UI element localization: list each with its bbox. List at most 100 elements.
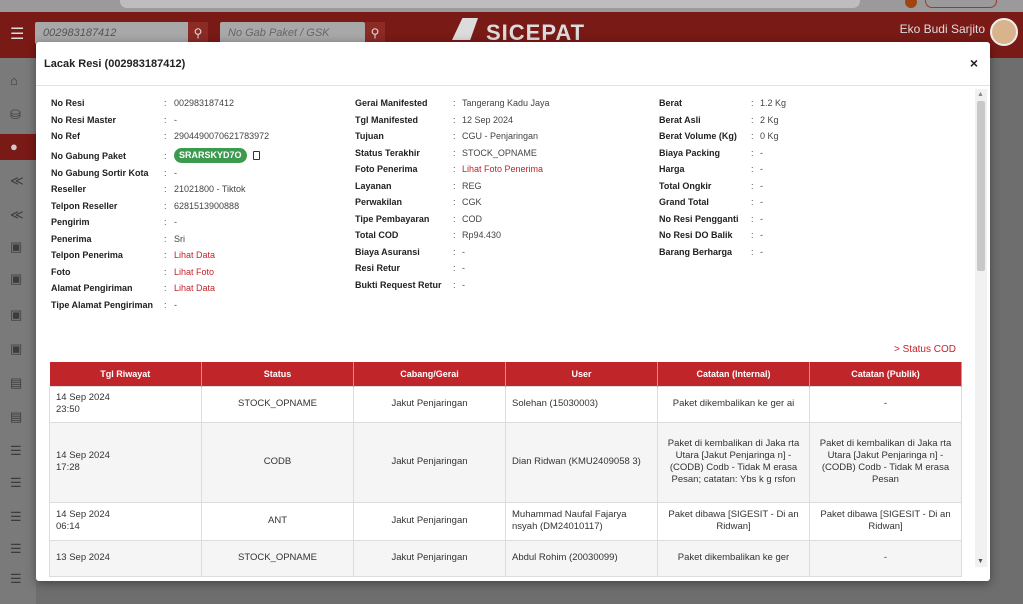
search-resi-button[interactable]: ⚲ [188, 22, 208, 44]
table-row: 14 Sep 2024 06:14 ANT Jakut Penjaringan M… [49, 501, 962, 541]
info-row-foto-penerima: Foto Penerima: Lihat Foto Penerima [355, 164, 655, 181]
search-paket-input[interactable]: No Gab Paket / GSK [220, 22, 365, 44]
chevron-down-icon[interactable]: ≪ [10, 208, 26, 222]
column-header-catatan-internal: Catatan (Internal) [657, 362, 810, 386]
table-row: 13 Sep 2024 STOCK_OPNAME Jakut Penjaring… [49, 539, 962, 577]
info-label: Foto [51, 266, 71, 277]
info-sep: : [164, 250, 167, 260]
cell-user: Abdul Rohim (20030099) [505, 539, 658, 577]
info-sep: : [164, 233, 167, 244]
profile-dot[interactable] [905, 0, 917, 8]
info-label: Tgl Manifested [355, 114, 419, 125]
info-value: Tangerang Kadu Jaya [462, 98, 550, 108]
info-label: Resi Retur [355, 263, 401, 273]
box-icon[interactable]: ▣ [10, 308, 26, 322]
list-icon[interactable]: ☰ [10, 444, 26, 458]
status-cod-link[interactable]: > Status COD [894, 344, 956, 355]
list-icon[interactable]: ☰ [10, 572, 26, 586]
close-icon[interactable]: × [970, 55, 978, 71]
search-resi-input[interactable]: 002983187412 [35, 22, 190, 44]
lihat-foto-penerima-link[interactable]: Lihat Foto Penerima [462, 164, 543, 174]
address-bar[interactable] [120, 0, 860, 8]
cell-status: CODB [201, 421, 354, 503]
info-sep: : [751, 230, 754, 240]
scroll-thumb[interactable] [977, 101, 985, 271]
location-icon[interactable]: ● [10, 140, 26, 154]
info-label: Alamat Pengiriman [51, 283, 133, 293]
list-icon[interactable]: ☰ [10, 510, 26, 524]
info-label: Berat Volume (Kg) [659, 131, 737, 141]
printer-icon[interactable]: ▤ [10, 376, 26, 390]
info-sep: : [453, 246, 456, 257]
user-name[interactable]: Eko Budi Sarjito [880, 22, 985, 36]
info-value: 1.2 Kg [760, 98, 787, 108]
info-label: Foto Penerima [355, 164, 418, 174]
cell-catatan-internal: Paket dibawa [SIGESIT - Di an Ridwan] [657, 501, 810, 541]
info-row-no-gabung-sortir-kota: No Gabung Sortir Kota : - [51, 168, 351, 185]
info-value: - [462, 246, 465, 257]
info-label: Status Terakhir [355, 147, 420, 158]
scroll-down-icon[interactable]: ▼ [977, 558, 984, 565]
search-paket-button[interactable]: ⚲ [365, 22, 385, 44]
chevron-down-icon[interactable]: ≪ [10, 174, 26, 188]
info-sep: : [751, 164, 754, 174]
box-icon[interactable]: ▣ [10, 342, 26, 356]
cell-date: 14 Sep 2024 17:28 [49, 421, 202, 503]
info-value: - [174, 167, 177, 178]
info-value: COD [462, 213, 482, 224]
lihat-foto-link[interactable]: Lihat Foto [174, 267, 214, 277]
info-sep: : [453, 131, 456, 141]
cell-date: 14 Sep 2024 06:14 [49, 501, 202, 541]
info-value: - [760, 180, 763, 191]
info-label: Penerima [51, 233, 92, 244]
info-row-tgl-manifested: Tgl Manifested:12 Sep 2024 [355, 115, 655, 132]
info-sep: : [164, 299, 167, 310]
info-row-biaya-asuransi: Biaya Asuransi: - [355, 247, 655, 264]
info-sep: : [751, 131, 754, 141]
scroll-up-icon[interactable]: ▲ [977, 91, 984, 98]
info-value: 12 Sep 2024 [462, 114, 514, 125]
info-sep: : [453, 98, 456, 108]
column-header-cabang: Cabang/Gerai [353, 362, 506, 386]
info-row-berat: Berat:1.2 Kg [659, 98, 959, 115]
lihat-data-link[interactable]: Lihat Data [174, 250, 215, 260]
info-sep: : [164, 98, 167, 108]
printer-icon[interactable]: ▤ [10, 410, 26, 424]
time-text: 06:14 [56, 521, 80, 532]
info-sep: : [164, 114, 167, 125]
info-label: Gerai Manifested [355, 98, 428, 108]
copy-icon[interactable] [250, 150, 261, 164]
search-icon: ⚲ [193, 26, 203, 40]
info-value: - [760, 213, 763, 224]
info-label: Bukti Request Retur [355, 279, 442, 290]
cell-catatan-internal: Paket di kembalikan di Jaka rta Utara [J… [657, 421, 810, 503]
box-icon[interactable]: ▣ [10, 240, 26, 254]
info-row-no-resi-pengganti: No Resi Pengganti: - [659, 214, 959, 231]
browser-action-button[interactable] [925, 0, 997, 8]
info-label: No Gabung Paket [51, 150, 127, 161]
truck-icon[interactable]: ⛁ [10, 108, 26, 122]
lihat-alamat-link[interactable]: Lihat Data [174, 283, 215, 293]
hamburger-icon[interactable]: ☰ [10, 24, 24, 44]
info-row-grand-total: Grand Total: - [659, 197, 959, 214]
time-text: 23:50 [56, 404, 80, 415]
cell-cabang: Jakut Penjaringan [353, 501, 506, 541]
list-icon[interactable]: ☰ [10, 476, 26, 490]
info-row-no-resi-master: No Resi Master : - [51, 115, 351, 132]
cell-user: Dian Ridwan (KMU2409058 3) [505, 421, 658, 503]
info-sep: : [164, 167, 167, 178]
search-icon: ⚲ [370, 26, 380, 40]
cell-status: STOCK_OPNAME [201, 539, 354, 577]
list-icon[interactable]: ☰ [10, 542, 26, 556]
avatar[interactable] [990, 18, 1018, 46]
info-label: No Gabung Sortir Kota [51, 167, 149, 178]
info-row-no-resi: No Resi : 002983187412 [51, 98, 351, 115]
home-icon[interactable]: ⌂ [10, 74, 26, 88]
info-label: No Resi DO Balik [659, 230, 733, 240]
modal-scrollbar[interactable]: ▲ ▼ [975, 89, 987, 567]
cell-date: 13 Sep 2024 [49, 539, 202, 577]
gabung-paket-badge[interactable]: SRARSKYD7O [174, 147, 247, 163]
info-label: No Resi [51, 98, 85, 108]
box-icon[interactable]: ▣ [10, 272, 26, 286]
cell-catatan-publik: Paket di kembalikan di Jaka rta Utara [J… [809, 421, 962, 503]
